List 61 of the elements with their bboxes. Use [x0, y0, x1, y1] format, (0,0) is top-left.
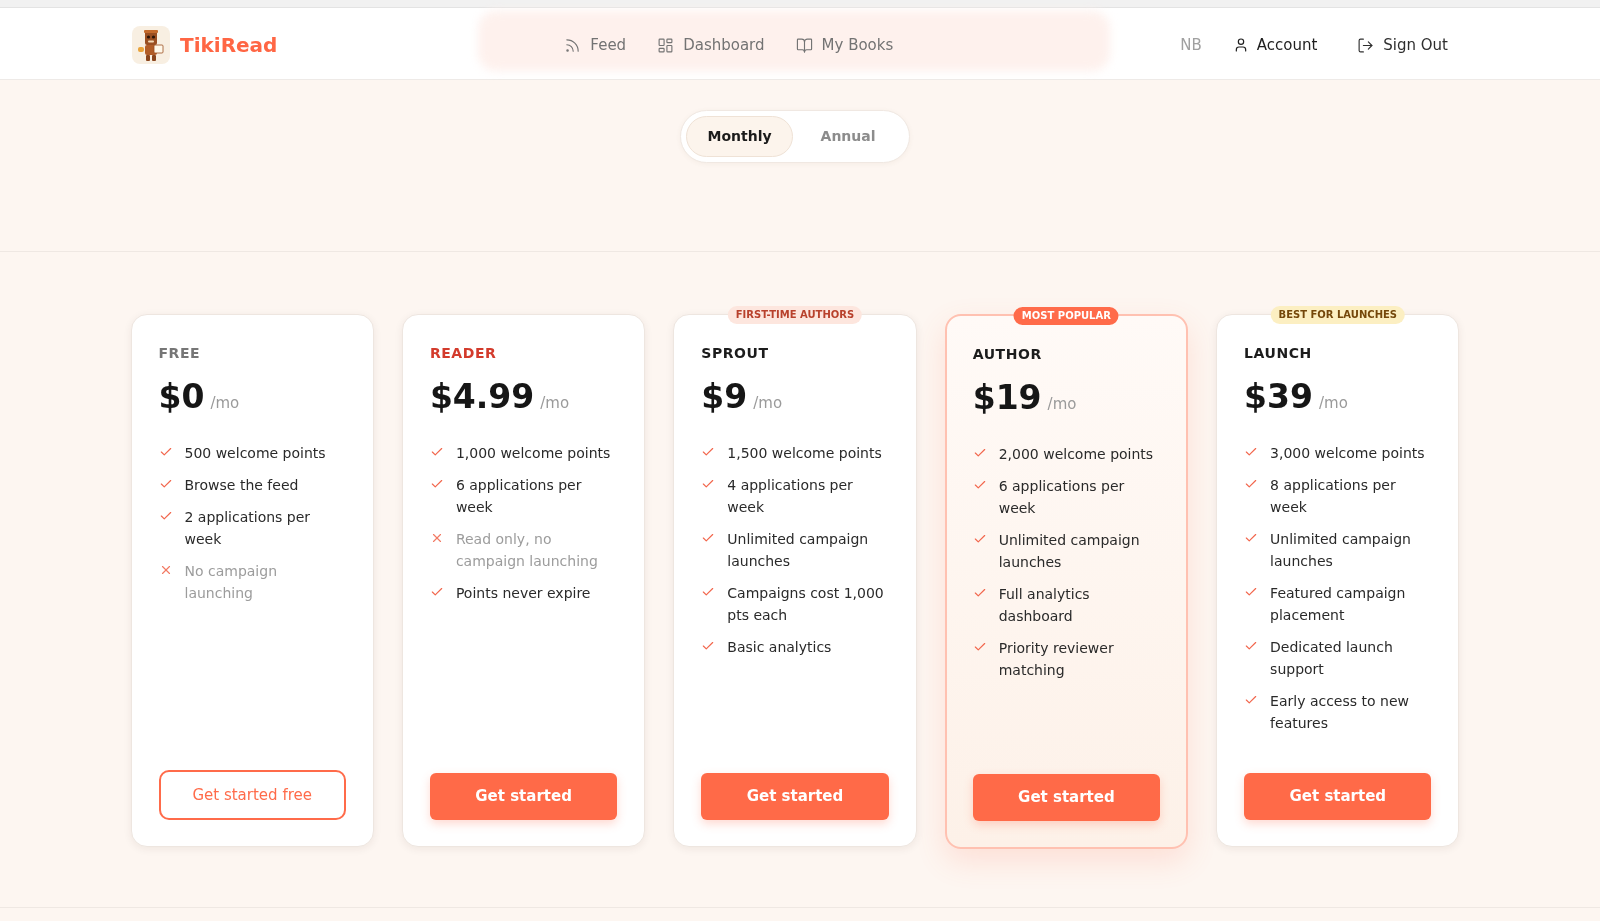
plan-callout: MOST POPULAR: [1013, 307, 1119, 325]
plan-price: $9: [701, 377, 748, 417]
nav-link[interactable]: My Books: [795, 33, 894, 57]
plan-price: $39: [1244, 377, 1313, 417]
feature-text: 4 applications per week: [727, 476, 854, 517]
get-started-button[interactable]: Get started: [1244, 773, 1432, 820]
plan-callout: BEST FOR LAUNCHES: [1270, 306, 1406, 324]
feature-text: 8 applications per week: [1270, 476, 1397, 517]
plan-name: SPROUT: [701, 344, 769, 363]
feature-text: 1,000 welcome points: [455, 444, 612, 463]
feature-text: Priority reviewer matching: [998, 639, 1115, 680]
open-book-icon: [795, 36, 813, 54]
feature-text: 500 welcome points: [184, 444, 327, 463]
feature-text: Unlimited campaign launches: [727, 530, 870, 571]
brand-logo-link[interactable]: TikiRead: [132, 26, 278, 64]
feature-text: Unlimited campaign launches: [1270, 530, 1412, 571]
feature-text: 3,000 welcome points: [1270, 444, 1426, 463]
tiki-mascot-icon: [132, 26, 170, 64]
feature-text: Points never expire: [455, 584, 592, 603]
plan-name: READER: [429, 344, 497, 363]
plan-price: $19: [972, 378, 1042, 418]
plan-name: LAUNCH: [1244, 344, 1312, 363]
feature-text: Dedicated launch support: [1270, 638, 1394, 679]
feature-text: Campaigns cost 1,000 pts each: [727, 584, 885, 625]
feature-text: 2,000 welcome points: [998, 445, 1155, 464]
plan-price: $4.99: [429, 377, 535, 417]
plan-callout: FIRST-TIME AUTHORS: [727, 306, 863, 324]
feature-text: Full analytics dashboard: [998, 585, 1091, 626]
get-started-button[interactable]: Get started: [429, 773, 618, 820]
feature-text: Read only, no campaign launching: [455, 530, 599, 571]
plan-name: FREE: [158, 344, 201, 363]
feature-text: 6 applications per week: [455, 476, 583, 517]
dashboard-grid-icon: [657, 36, 675, 54]
feature-text: No campaign launching: [184, 562, 279, 603]
feature-text: 6 applications per week: [998, 477, 1126, 518]
sign-out-link[interactable]: Sign Out: [1357, 33, 1448, 57]
account-link[interactable]: Account: [1232, 33, 1318, 57]
plan-price: $0: [158, 377, 205, 417]
feature-text: Early access to new features: [1270, 692, 1410, 733]
rss-icon: [564, 36, 582, 54]
price-period: /mo: [540, 393, 570, 414]
feature-text: Unlimited campaign launches: [998, 531, 1141, 572]
plan-name: AUTHOR: [972, 345, 1042, 364]
user-initials: NB: [1180, 34, 1202, 56]
feature-text: Basic analytics: [727, 638, 833, 657]
feature-text: Browse the feed: [184, 476, 300, 495]
price-period: /mo: [210, 393, 240, 414]
get-started-button[interactable]: Get started free: [158, 770, 346, 820]
feature-text: 2 applications per week: [184, 508, 312, 549]
sign-out-icon: [1357, 36, 1375, 54]
price-period: /mo: [1319, 393, 1348, 414]
get-started-button[interactable]: Get started: [972, 774, 1161, 821]
feature-text: Featured campaign placement: [1270, 584, 1407, 625]
price-period: /mo: [1047, 394, 1077, 415]
billing-period-tab[interactable]: Annual: [792, 116, 904, 157]
get-started-button[interactable]: Get started: [701, 773, 889, 820]
nav-link[interactable]: Dashboard: [657, 33, 765, 57]
feature-text: 1,500 welcome points: [727, 444, 883, 463]
price-period: /mo: [753, 393, 783, 414]
nav-link[interactable]: Feed: [564, 33, 627, 57]
billing-period-tab[interactable]: Monthly: [686, 116, 793, 157]
